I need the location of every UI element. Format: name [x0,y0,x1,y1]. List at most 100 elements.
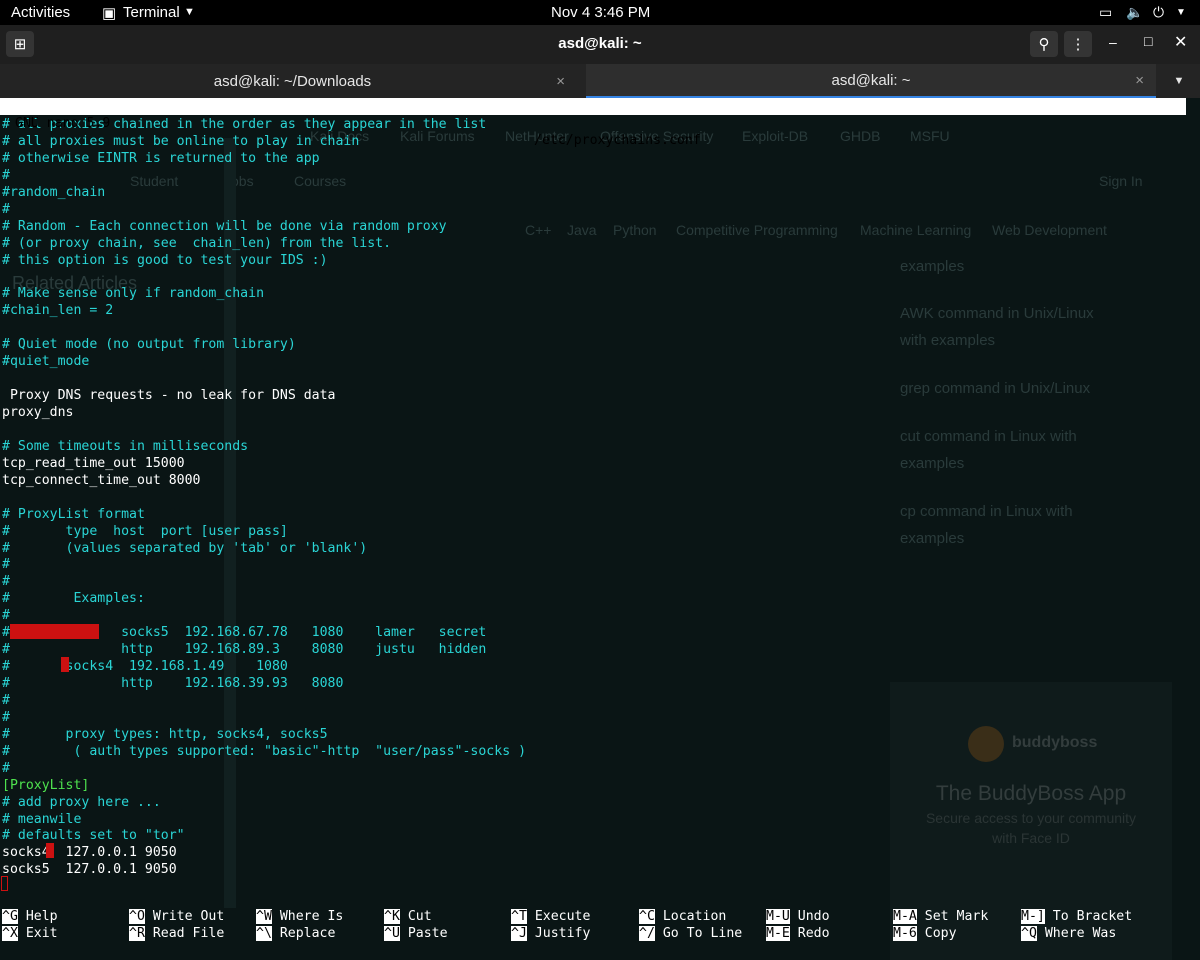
shortcut-key: M-] [1021,909,1045,924]
shortcut-item[interactable]: ^C Location [639,908,726,925]
shortcut-item[interactable]: M-] To Bracket [1021,908,1132,925]
window-title: asd@kali: ~ [558,35,642,52]
new-tab-button[interactable]: ⊞ [6,31,34,57]
display-icon[interactable]: ▭ [1099,4,1112,21]
nano-line: # [2,574,10,590]
shortcut-key: ^G [2,909,18,924]
shortcut-item[interactable]: ^R Read File [129,925,224,942]
shortcut-label: Where Is [279,909,344,924]
shortcut-key: ^J [511,926,527,941]
nano-line: # Some timeouts in milliseconds [2,438,249,454]
terminal-scrollbar[interactable] [1186,98,1200,960]
shortcut-item[interactable]: ^Q Where Was [1021,925,1116,942]
tab-downloads[interactable]: asd@kali: ~/Downloads × [0,64,585,98]
terminal-viewport[interactable]: Kali Docs Kali Forums NetHunter Offensiv… [0,98,1200,960]
ad-subtitle: Secure access to your community [925,810,1137,826]
nano-line: # add proxy here ... [2,794,161,810]
redaction-block [10,624,99,639]
buddyboss-logo-icon [968,726,1004,762]
terminal-headerbar: asd@kali: ~ [0,25,1200,64]
system-menu-chevron-icon[interactable]: ▼ [1176,7,1186,18]
shortcut-item[interactable]: M-E Redo [766,925,830,942]
tab-close-icon[interactable]: × [556,73,565,90]
nano-line: # [2,557,10,573]
terminal-app-icon: ▣ [102,5,117,22]
kebab-menu-icon: ⋮ [1070,36,1086,53]
ghost-bookmark: Exploit-DB [742,128,809,144]
shortcut-key: M-U [766,909,790,924]
shortcut-item[interactable]: ^J Justify [511,925,590,942]
shortcut-label: Set Mark [924,909,989,924]
nano-line: # (or proxy chain, see chain_len) from t… [2,235,392,251]
menu-button[interactable]: ⋮ [1064,31,1092,57]
nano-line: # ( auth types supported: "basic"-http "… [2,743,527,759]
shortcut-item[interactable]: ^T Execute [511,908,590,925]
maximize-button[interactable]: □ [1144,33,1152,49]
activities-button[interactable]: Activities [11,4,70,21]
shortcut-key: ^O [129,909,145,924]
ghost-topic: Competitive Programming [676,222,838,238]
tab-close-icon[interactable]: × [1135,72,1144,89]
shortcut-label: Justify [534,926,591,941]
ghost-link: grep command in Unix/Linux [900,380,1091,397]
volume-icon[interactable]: 🔈 [1126,4,1143,21]
shortcut-key: M-A [893,909,917,924]
shortcut-item[interactable]: ^W Where Is [256,908,343,925]
nano-line: # [2,167,10,183]
shortcut-item[interactable]: M-U Undo [766,908,830,925]
shortcut-label: Go To Line [662,926,743,941]
nano-filename: /etc/proxychains.conf [534,133,701,148]
shortcut-label: Replace [279,926,336,941]
ghost-link: cp command in Linux with [900,503,1073,520]
nano-line: #chain_len = 2 [2,303,114,319]
shortcut-label: Exit [25,926,58,941]
shortcut-key: ^C [639,909,655,924]
power-icon[interactable]: ⏻ [1153,4,1164,21]
nano-line: #quiet_mode [2,354,90,370]
nano-line: # Random - Each connection will be done … [2,218,447,234]
nano-line: # proxy types: http, socks4, socks5 [2,726,328,742]
shortcut-label: Execute [534,909,591,924]
gnome-top-bar: Activities ▣ Terminal ▼ Nov 4 3:46 PM ▭ … [0,0,1200,25]
nano-line: # [2,760,10,776]
shortcut-item[interactable]: ^\ Replace [256,925,335,942]
nano-line: # [2,692,10,708]
shortcut-label: Where Was [1044,926,1117,941]
shortcut-label: Redo [797,926,830,941]
shortcut-key: ^\ [256,926,272,941]
redaction-block [61,657,69,672]
shortcut-item[interactable]: ^G Help [2,908,58,925]
shortcut-item[interactable]: ^O Write Out [129,908,224,925]
shortcut-item[interactable]: ^U Paste [384,925,448,942]
shortcut-label: Write Out [152,909,225,924]
nano-line: # otherwise EINTR is returned to the app [2,150,320,166]
shortcut-item[interactable]: M-A Set Mark [893,908,988,925]
shortcut-label: Read File [152,926,225,941]
clock[interactable]: Nov 4 3:46 PM [551,4,650,21]
ghost-bookmark: MSFU [910,128,950,144]
app-menu-button[interactable]: Terminal [123,4,180,21]
nano-line: # type host port [user pass] [2,523,288,539]
shortcut-label: To Bracket [1052,909,1133,924]
nano-line: # [2,201,10,217]
shortcut-item[interactable]: ^/ Go To Line [639,925,742,942]
nano-line: # http 192.168.89.3 8080 justu hidden [2,642,487,658]
shortcut-key: ^/ [639,926,655,941]
close-window-button[interactable]: ✕ [1174,32,1187,52]
nano-line: Proxy DNS requests - no leak for DNS dat… [2,388,336,404]
minimize-button[interactable]: – [1109,34,1117,50]
search-button[interactable]: ⚲ [1030,31,1058,57]
shortcut-item[interactable]: ^X Exit [2,925,58,942]
shortcut-key: ^Q [1021,926,1037,941]
tab-home[interactable]: asd@kali: ~ × [586,64,1156,98]
chevron-down-icon: ▼ [1173,75,1185,87]
tab-list-dropdown[interactable]: ▼ [1158,64,1200,98]
nano-line: # Quiet mode (no output from library) [2,337,296,353]
shortcut-item[interactable]: ^K Cut [384,908,432,925]
shortcut-item[interactable]: M-6 Copy [893,925,957,942]
text-cursor [1,876,8,891]
ghost-link: examples [900,530,965,547]
shortcut-label: Copy [924,926,957,941]
nano-title-bar: GNU nano 5.9 /etc/proxychains.conf [0,98,1186,148]
nano-line: # socks4 192.168.1.49 1080 [2,659,288,675]
